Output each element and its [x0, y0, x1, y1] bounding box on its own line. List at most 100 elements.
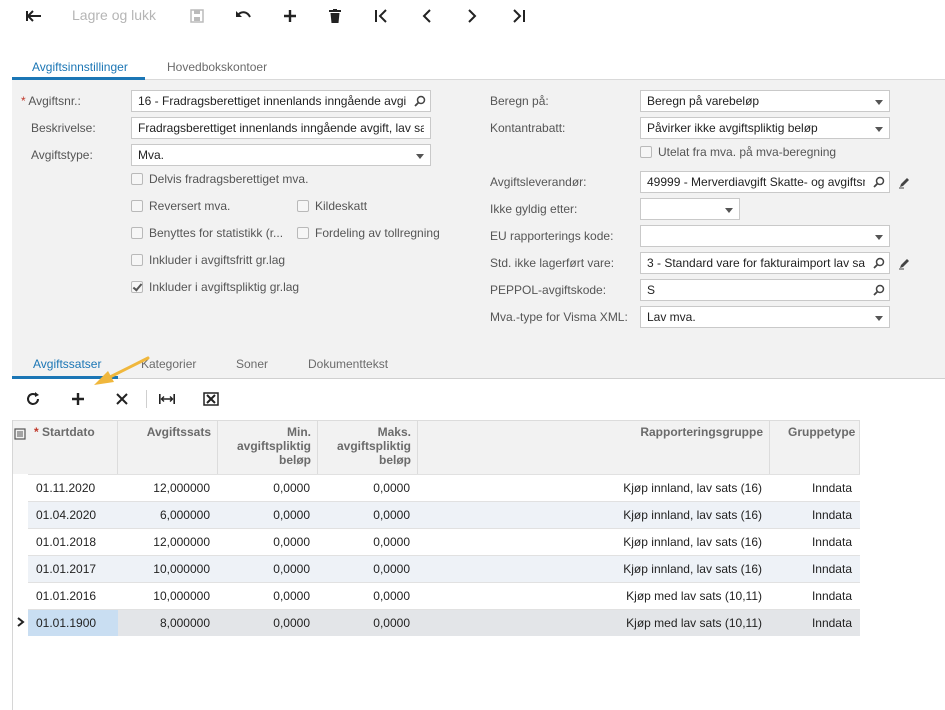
cell-rapporteringsgruppe[interactable]: Kjøp innland, lav sats (16) — [418, 502, 770, 528]
checkbox-box[interactable] — [131, 173, 143, 185]
cell-maks-belop[interactable]: 0,0000 — [318, 610, 418, 636]
cell-min-belop[interactable]: 0,0000 — [218, 556, 318, 582]
cell-rapporteringsgruppe[interactable]: Kjøp innland, lav sats (16) — [418, 475, 770, 501]
search-icon[interactable] — [414, 95, 426, 107]
cell-min-belop[interactable]: 0,0000 — [218, 583, 318, 609]
table-row[interactable]: 01.01.2017 10,000000 0,0000 0,0000 Kjøp innl… — [28, 555, 860, 582]
cell-rapporteringsgruppe[interactable]: Kjøp med lav sats (10,11) — [418, 610, 770, 636]
checkbox-reversert-mva[interactable]: Reversert mva. — [131, 199, 230, 213]
cell-avgiftssats[interactable]: 6,000000 — [118, 502, 218, 528]
checkbox-inkluder-avgiftsfritt[interactable]: Inkluder i avgiftsfritt gr.lag — [131, 253, 285, 267]
search-icon[interactable] — [873, 176, 885, 188]
cell-min-belop[interactable]: 0,0000 — [218, 502, 318, 528]
checkbox-box[interactable] — [131, 254, 143, 266]
avgiftsleverandor-field[interactable]: 49999 - Merverdiavgift Skatte- og avgift… — [640, 171, 890, 193]
col-maks-belop[interactable]: Maks. avgiftspliktig beløp — [318, 420, 418, 474]
export-excel-icon[interactable] — [200, 388, 222, 410]
checkbox-kildeskatt[interactable]: Kildeskatt — [297, 199, 367, 213]
mva-type-select[interactable]: Lav mva. — [640, 306, 890, 328]
cell-maks-belop[interactable]: 0,0000 — [318, 556, 418, 582]
avgiftsnr-field[interactable]: 16 - Fradragsberettiget innenlands inngå… — [131, 90, 431, 112]
checkbox-inkluder-avgiftspliktig[interactable]: Inkluder i avgiftspliktig gr.lag — [131, 280, 299, 294]
cell-gruppetype[interactable]: Inndata — [770, 475, 860, 501]
tab-dokumenttekst[interactable]: Dokumenttekst — [308, 357, 388, 371]
cell-min-belop[interactable]: 0,0000 — [218, 529, 318, 555]
avgiftstype-select[interactable]: Mva. — [131, 144, 431, 166]
cell-maks-belop[interactable]: 0,0000 — [318, 583, 418, 609]
cell-gruppetype[interactable]: Inndata — [770, 556, 860, 582]
cell-maks-belop[interactable]: 0,0000 — [318, 529, 418, 555]
checkbox-box[interactable] — [297, 200, 309, 212]
cell-startdato[interactable]: 01.01.2016 — [28, 583, 118, 609]
cell-min-belop[interactable]: 0,0000 — [218, 610, 318, 636]
beregn-paa-select[interactable]: Beregn på varebeløp — [640, 90, 890, 112]
kontantrabatt-select[interactable]: Påvirker ikke avgiftspliktig beløp — [640, 117, 890, 139]
cell-avgiftssats[interactable]: 8,000000 — [118, 610, 218, 636]
cell-avgiftssats[interactable]: 10,000000 — [118, 556, 218, 582]
cell-maks-belop[interactable]: 0,0000 — [318, 475, 418, 501]
table-row[interactable]: 01.01.1900 8,000000 0,0000 0,0000 Kjøp med l… — [28, 609, 860, 636]
beskrivelse-field[interactable]: Fradragsberettiget innenlands inngående … — [131, 117, 431, 139]
cell-startdato[interactable]: 01.01.1900 — [28, 610, 118, 636]
first-record-icon[interactable] — [371, 4, 391, 28]
cell-gruppetype[interactable]: Inndata — [770, 529, 860, 555]
cell-startdato[interactable]: 01.11.2020 — [28, 475, 118, 501]
table-row[interactable]: 01.01.2016 10,000000 0,0000 0,0000 Kjøp med … — [28, 582, 860, 609]
ikke-gyldig-date[interactable] — [640, 198, 740, 220]
checkbox-box-checked[interactable] — [131, 281, 143, 293]
edit-pencil-icon[interactable] — [898, 257, 911, 270]
notes-icon[interactable] — [14, 428, 26, 443]
col-min-belop[interactable]: Min. avgiftspliktig beløp — [218, 420, 318, 474]
cell-gruppetype[interactable]: Inndata — [770, 583, 860, 609]
save-and-close-button[interactable]: Lagre og lukk — [72, 7, 156, 23]
edit-pencil-icon[interactable] — [898, 176, 911, 189]
plus-icon[interactable] — [280, 4, 300, 28]
back-arrow-icon[interactable] — [24, 4, 44, 28]
search-icon[interactable] — [873, 257, 885, 269]
eu-kode-select[interactable] — [640, 225, 890, 247]
col-rapporteringsgruppe[interactable]: Rapporteringsgruppe — [418, 420, 770, 474]
cell-rapporteringsgruppe[interactable]: Kjøp innland, lav sats (16) — [418, 529, 770, 555]
previous-record-icon[interactable] — [417, 4, 437, 28]
std-vare-field[interactable]: 3 - Standard vare for fakturaimport lav … — [640, 252, 890, 274]
cell-rapporteringsgruppe[interactable]: Kjøp innland, lav sats (16) — [418, 556, 770, 582]
checkbox-fordeling-tollregning[interactable]: Fordeling av tollregning — [297, 226, 440, 240]
cell-avgiftssats[interactable]: 12,000000 — [118, 475, 218, 501]
checkbox-box[interactable] — [297, 227, 309, 239]
col-avgiftssats[interactable]: Avgiftssats — [118, 420, 218, 474]
search-icon[interactable] — [873, 284, 885, 296]
fit-columns-icon[interactable] — [156, 388, 178, 410]
cell-avgiftssats[interactable]: 10,000000 — [118, 583, 218, 609]
checkbox-box[interactable] — [131, 227, 143, 239]
tab-hovedbokskontoer[interactable]: Hovedbokskontoer — [167, 56, 267, 80]
cell-startdato[interactable]: 01.01.2018 — [28, 529, 118, 555]
last-record-icon[interactable] — [509, 4, 529, 28]
checkbox-delvis-fradragsberettiget[interactable]: Delvis fradragsberettiget mva. — [131, 172, 308, 186]
refresh-icon[interactable] — [22, 388, 44, 410]
save-icon[interactable] — [187, 4, 207, 28]
cell-gruppetype[interactable]: Inndata — [770, 610, 860, 636]
peppol-field[interactable]: S — [640, 279, 890, 301]
delete-row-icon[interactable] — [111, 388, 133, 410]
cell-startdato[interactable]: 01.04.2020 — [28, 502, 118, 528]
checkbox-utelat-mva[interactable]: Utelat fra mva. på mva-beregning — [640, 145, 836, 159]
cell-rapporteringsgruppe[interactable]: Kjøp med lav sats (10,11) — [418, 583, 770, 609]
add-row-icon[interactable] — [67, 388, 89, 410]
cell-maks-belop[interactable]: 0,0000 — [318, 502, 418, 528]
next-record-icon[interactable] — [462, 4, 482, 28]
checkbox-box[interactable] — [131, 200, 143, 212]
cell-min-belop[interactable]: 0,0000 — [218, 475, 318, 501]
trash-icon[interactable] — [325, 4, 345, 28]
checkbox-benyttes-statistikk[interactable]: Benyttes for statistikk (r... — [131, 226, 283, 240]
col-gruppetype[interactable]: Gruppetype — [770, 420, 860, 474]
checkbox-box[interactable] — [640, 146, 652, 158]
cell-startdato[interactable]: 01.01.2017 — [28, 556, 118, 582]
tab-soner[interactable]: Soner — [236, 357, 268, 371]
table-row[interactable]: 01.04.2020 6,000000 0,0000 0,0000 Kjøp innla… — [28, 501, 860, 528]
cell-avgiftssats[interactable]: 12,000000 — [118, 529, 218, 555]
table-row[interactable]: 01.11.2020 12,000000 0,0000 0,0000 Kjøp innl… — [28, 474, 860, 501]
cell-gruppetype[interactable]: Inndata — [770, 502, 860, 528]
table-row[interactable]: 01.01.2018 12,000000 0,0000 0,0000 Kjøp innl… — [28, 528, 860, 555]
undo-icon[interactable] — [233, 4, 253, 28]
col-startdato[interactable]: * Startdato — [28, 420, 118, 474]
